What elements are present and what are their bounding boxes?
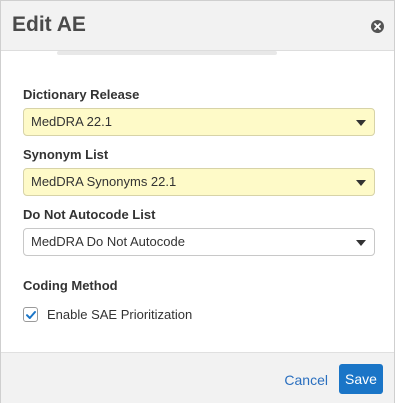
sae-prioritization-label: Enable SAE Prioritization: [47, 306, 193, 322]
do-not-autocode-value: MedDRA Do Not Autocode: [31, 234, 185, 249]
dialog-header: Edit AE: [1, 1, 394, 51]
dictionary-release-field: Dictionary Release MedDRA 22.1: [23, 87, 375, 136]
do-not-autocode-field: Do Not Autocode List MedDRA Do Not Autoc…: [23, 207, 375, 256]
synonym-list-value: MedDRA Synonyms 22.1: [31, 174, 177, 189]
do-not-autocode-select[interactable]: MedDRA Do Not Autocode: [23, 228, 375, 256]
synonym-list-select[interactable]: MedDRA Synonyms 22.1: [23, 168, 375, 196]
dialog-footer: Cancel Save: [1, 352, 394, 403]
dictionary-release-label: Dictionary Release: [23, 87, 140, 102]
synonym-list-label: Synonym List: [23, 147, 109, 162]
cancel-button[interactable]: Cancel: [284, 372, 328, 388]
coding-method-label: Coding Method: [23, 278, 118, 293]
sae-prioritization-row[interactable]: Enable SAE Prioritization: [23, 306, 192, 322]
dictionary-release-select[interactable]: MedDRA 22.1: [23, 108, 375, 136]
do-not-autocode-label: Do Not Autocode List: [23, 207, 156, 222]
chevron-down-icon: [356, 240, 366, 246]
sae-prioritization-checkbox[interactable]: [23, 306, 38, 322]
dialog-title: Edit AE: [12, 13, 86, 36]
close-button[interactable]: [371, 20, 384, 33]
synonym-list-field: Synonym List MedDRA Synonyms 22.1: [23, 147, 375, 196]
edit-ae-dialog: Edit AE Dictionary Release MedDRA 22.1 S…: [0, 0, 395, 403]
dictionary-release-value: MedDRA 22.1: [31, 114, 112, 129]
close-icon: [374, 23, 381, 30]
scroll-shadow: [57, 51, 277, 55]
chevron-down-icon: [356, 120, 366, 126]
chevron-down-icon: [356, 180, 366, 186]
save-button[interactable]: Save: [339, 364, 383, 394]
check-icon: [26, 310, 36, 319]
